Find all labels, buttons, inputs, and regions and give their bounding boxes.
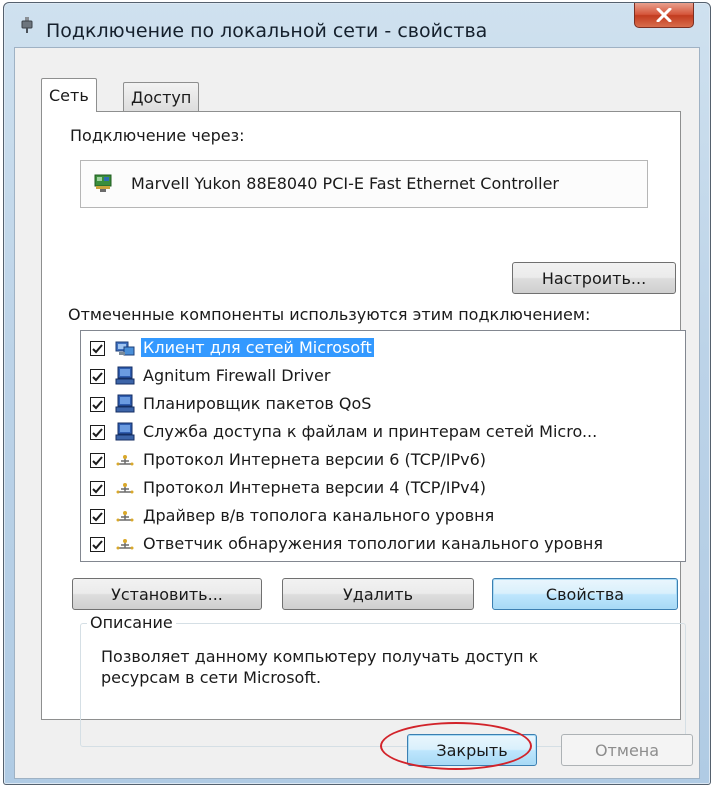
protocol-icon bbox=[116, 483, 134, 494]
protocol-icon bbox=[116, 511, 134, 522]
component-row-qos-scheduler[interactable]: Планировщик пакетов QoS bbox=[81, 391, 685, 419]
component-row-tcpipv6[interactable]: Протокол Интернета версии 6 (TCP/IPv6) bbox=[81, 447, 685, 475]
tab-sharing[interactable]: Доступ bbox=[123, 82, 200, 112]
component-label: Agnitum Firewall Driver bbox=[143, 366, 331, 385]
window-title: Подключение по локальной сети - свойства bbox=[46, 20, 488, 42]
component-label: Протокол Интернета версии 6 (TCP/IPv6) bbox=[143, 450, 487, 469]
component-label: Служба доступа к файлам и принтерам сете… bbox=[143, 422, 598, 441]
component-checkbox[interactable] bbox=[90, 453, 105, 468]
checkmark-icon bbox=[92, 539, 103, 549]
checkmark-icon bbox=[92, 343, 103, 353]
network-client-icon bbox=[115, 341, 135, 356]
description-text: Позволяет данному компьютеру получать до… bbox=[101, 647, 539, 687]
component-checkbox[interactable] bbox=[90, 481, 105, 496]
dialog-client-area: Сеть Доступ Подключение через: Marvell Y… bbox=[14, 47, 700, 779]
component-row-lltd-responder[interactable]: Ответчик обнаружения топологии канальног… bbox=[81, 531, 685, 559]
properties-window: Подключение по локальной сети - свойства… bbox=[3, 2, 711, 785]
tab-network[interactable]: Сеть bbox=[41, 78, 97, 112]
component-checkbox[interactable] bbox=[90, 425, 105, 440]
component-row-firewall-driver[interactable]: Agnitum Firewall Driver bbox=[81, 363, 685, 391]
checkmark-icon bbox=[92, 371, 103, 381]
component-checkbox[interactable] bbox=[90, 537, 105, 552]
component-label: Протокол Интернета версии 4 (TCP/IPv4) bbox=[143, 478, 487, 497]
adapter-name: Marvell Yukon 88E8040 PCI-E Fast Etherne… bbox=[131, 174, 559, 193]
component-row-ms-client[interactable]: Клиент для сетей Microsoft bbox=[81, 335, 685, 363]
checkmark-icon bbox=[92, 427, 103, 437]
network-service-icon bbox=[115, 422, 135, 441]
description-legend: Описание bbox=[87, 613, 176, 632]
component-row-file-printer-sharing[interactable]: Служба доступа к файлам и принтерам сете… bbox=[81, 419, 685, 447]
tab-network-label: Сеть bbox=[49, 86, 89, 105]
component-row-lltd-mapper[interactable]: Драйвер в/в тополога канального уровня bbox=[81, 503, 685, 531]
component-label: Планировщик пакетов QoS bbox=[143, 394, 372, 413]
close-x-icon bbox=[656, 8, 672, 22]
install-button[interactable]: Установить... bbox=[72, 578, 262, 610]
title-bar[interactable]: Подключение по локальной сети - свойства bbox=[4, 3, 710, 43]
network-card-icon bbox=[94, 174, 112, 192]
protocol-icon bbox=[116, 539, 134, 550]
components-heading: Отмеченные компоненты используются этим … bbox=[68, 305, 591, 324]
component-label: Клиент для сетей Microsoft bbox=[141, 338, 374, 357]
description-group: Описание Позволяет данному компьютеру по… bbox=[80, 613, 686, 747]
tab-sharing-label: Доступ bbox=[131, 88, 192, 107]
network-adapter-icon bbox=[21, 17, 33, 33]
component-checkbox[interactable] bbox=[90, 369, 105, 384]
connect-via-label: Подключение через: bbox=[70, 126, 245, 145]
cancel-button[interactable]: Отмена bbox=[561, 734, 693, 766]
component-checkbox[interactable] bbox=[90, 509, 105, 524]
remove-button[interactable]: Удалить bbox=[282, 578, 474, 610]
component-row-tcpipv4[interactable]: Протокол Интернета версии 4 (TCP/IPv4) bbox=[81, 475, 685, 503]
properties-button[interactable]: Свойства bbox=[492, 578, 678, 610]
component-label: Драйвер в/в тополога канального уровня bbox=[143, 506, 495, 525]
checkmark-icon bbox=[92, 455, 103, 465]
components-list[interactable]: Клиент для сетей Microsoft Agnitum Firew… bbox=[80, 330, 686, 562]
network-service-icon bbox=[115, 394, 135, 413]
network-tab-panel: Подключение через: Marvell Yukon 88E8040… bbox=[41, 111, 686, 747]
component-checkbox[interactable] bbox=[90, 397, 105, 412]
highlight-circle bbox=[380, 722, 532, 770]
adapter-box: Marvell Yukon 88E8040 PCI-E Fast Etherne… bbox=[80, 160, 648, 208]
checkmark-icon bbox=[92, 483, 103, 493]
component-label: Ответчик обнаружения топологии канальног… bbox=[143, 534, 603, 553]
protocol-icon bbox=[116, 455, 134, 466]
network-service-icon bbox=[115, 366, 135, 385]
checkmark-icon bbox=[92, 399, 103, 409]
configure-button[interactable]: Настроить... bbox=[512, 262, 676, 294]
checkmark-icon bbox=[92, 511, 103, 521]
component-checkbox[interactable] bbox=[90, 341, 105, 356]
close-window-button[interactable] bbox=[634, 3, 694, 28]
